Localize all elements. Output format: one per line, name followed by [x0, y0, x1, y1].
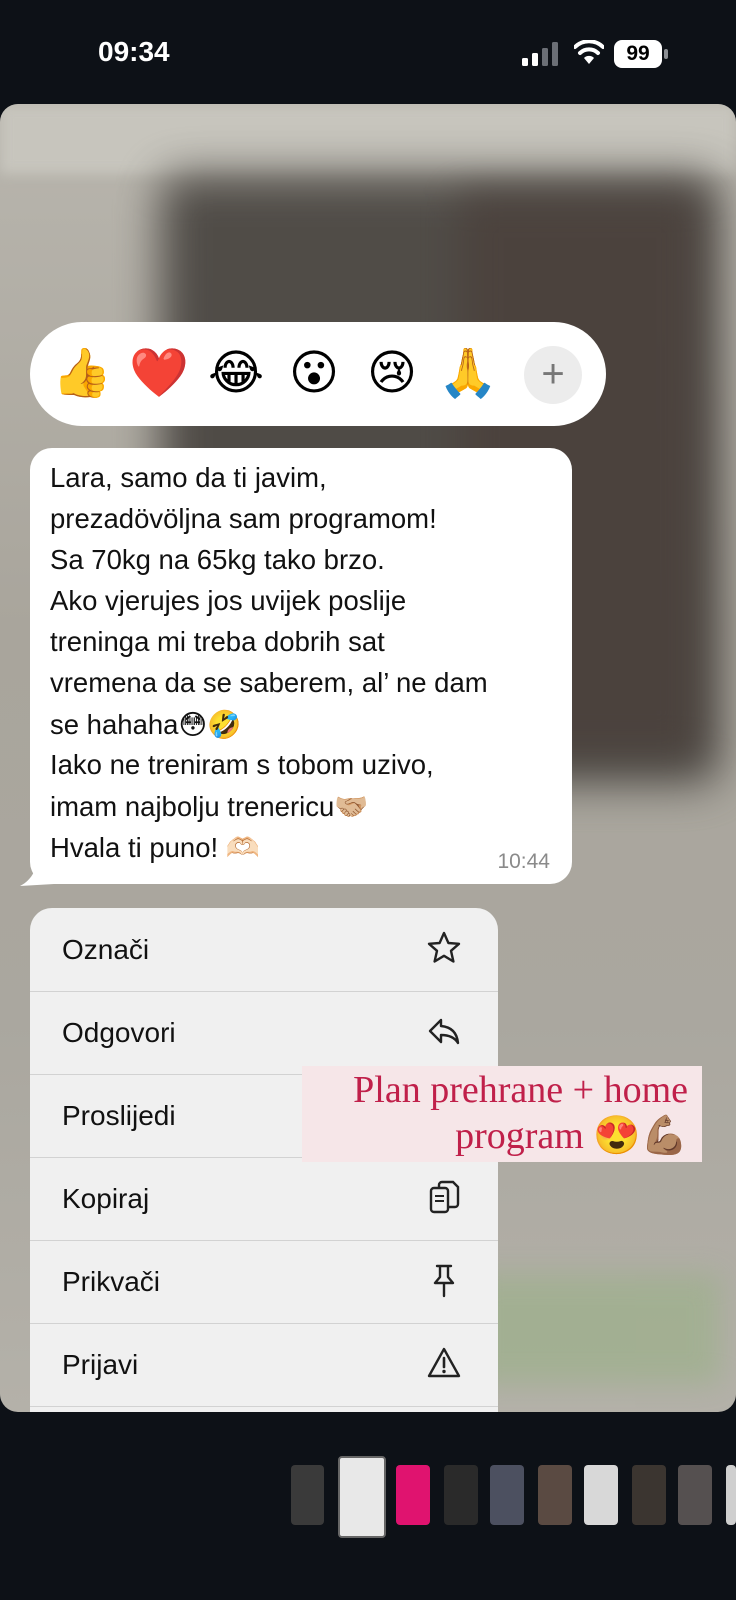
laughing-reaction[interactable]: 😂	[206, 344, 266, 404]
background-blur	[0, 104, 736, 174]
message-line: treninga mi treba dobrih sat	[50, 626, 385, 657]
battery-level: 99	[626, 42, 650, 65]
heart-reaction[interactable]: ❤️	[129, 344, 189, 404]
menu-item-report[interactable]: Prijavi	[30, 1323, 498, 1407]
battery-indicator: 99	[614, 40, 668, 68]
story-thumbnail[interactable]	[396, 1465, 430, 1525]
story-thumbnail[interactable]	[584, 1465, 618, 1525]
message-line: Sa 70kg na 65kg tako brzo.	[50, 544, 385, 575]
message-line: Hvala ti puno! 🫶🏻	[50, 832, 261, 863]
menu-item-label: Prikvači	[62, 1266, 161, 1297]
wifi-icon	[574, 40, 604, 64]
story-thumbnail[interactable]	[726, 1465, 736, 1525]
message-line: imam najbolju trenericu🤝🏼	[50, 791, 369, 822]
story-thumbnail[interactable]	[632, 1465, 666, 1525]
background-blur	[470, 1274, 720, 1384]
menu-item-label: Odgovori	[62, 1017, 176, 1048]
pin-icon	[433, 1264, 455, 1298]
cellular-signal-icon	[522, 42, 558, 66]
menu-item-label: Prijavi	[62, 1349, 139, 1380]
message-line: Lara, samo da ti javim,	[50, 462, 327, 493]
caption-line: program 😍💪🏽	[455, 1115, 688, 1157]
warning-icon	[427, 1347, 461, 1378]
sad-reaction[interactable]: 😢	[362, 344, 422, 404]
copy-icon	[429, 1180, 460, 1214]
message-line: se hahaha😳🤣	[50, 709, 242, 740]
menu-item-label: Označi	[62, 934, 150, 965]
story-thumbnail[interactable]	[444, 1465, 478, 1525]
message-bubble[interactable]: Lara, samo da ti javim, prezadövöljna sa…	[30, 448, 572, 884]
story-caption: Plan prehrane + home program 😍💪🏽	[302, 1066, 702, 1162]
pray-reaction[interactable]: 🙏	[438, 344, 498, 404]
reply-icon	[428, 1018, 460, 1045]
caption-line: Plan prehrane + home	[353, 1069, 688, 1111]
more-reactions-button[interactable]: +	[524, 346, 582, 404]
menu-item-label: Proslijedi	[62, 1100, 176, 1131]
menu-item-reply[interactable]: Odgovori	[30, 991, 498, 1075]
thumbs-up-reaction[interactable]: 👍	[52, 344, 112, 404]
message-line: vremena da se saberem, al’ ne dam	[50, 667, 488, 698]
star-icon	[427, 931, 461, 963]
message-timestamp: 10:44	[497, 850, 550, 873]
menu-item-pin[interactable]: Prikvači	[30, 1240, 498, 1324]
status-time: 09:34	[98, 36, 170, 67]
story-thumbnail-active[interactable]	[338, 1456, 386, 1538]
story-thumbnail[interactable]	[291, 1465, 324, 1525]
reactions-bar: 👍 ❤️ 😂 😮 😢 🙏 +	[30, 322, 606, 426]
message-line: Ako vjerujes jos uvijek poslije	[50, 585, 407, 616]
menu-item-star[interactable]: Označi	[30, 908, 498, 992]
story-thumbnail[interactable]	[538, 1465, 572, 1525]
message-line: Iako ne treniram s tobom uzivo,	[50, 749, 434, 780]
story-thumbnail[interactable]	[678, 1465, 712, 1525]
menu-item-copy[interactable]: Kopiraj	[30, 1157, 498, 1241]
menu-item-label: Kopiraj	[62, 1183, 150, 1214]
surprised-reaction[interactable]: 😮	[284, 344, 344, 404]
message-line: prezadövöljna sam programom!	[50, 503, 437, 534]
story-thumbnail[interactable]	[490, 1465, 524, 1525]
